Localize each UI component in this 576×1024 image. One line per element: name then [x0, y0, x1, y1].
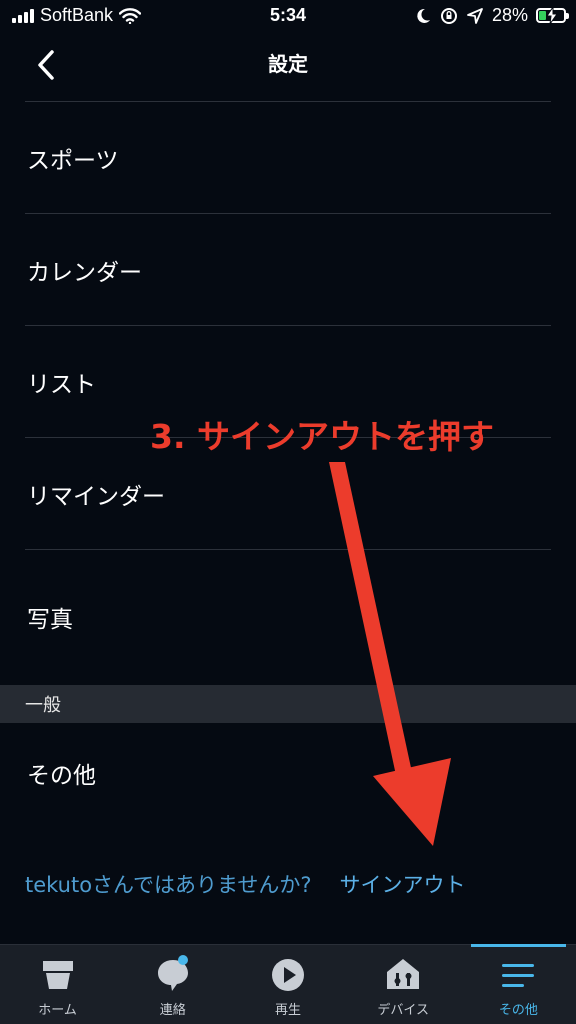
- battery-charging-icon: [536, 7, 569, 24]
- settings-screen: SoftBank 5:34 28% 設定 スポーツ カレンダー リスト リマイン…: [0, 0, 576, 1024]
- list-item-other[interactable]: その他: [25, 723, 551, 823]
- status-right: 28%: [414, 5, 569, 26]
- signout-row: tekutoさんではありませんか? サインアウト: [25, 862, 551, 906]
- nav-header: 設定: [0, 34, 576, 102]
- tab-play[interactable]: 再生: [230, 945, 345, 1024]
- settings-list: スポーツ カレンダー リスト リマインダー 写真: [0, 101, 576, 683]
- home-icon: [42, 961, 73, 989]
- section-header-general: 一般: [0, 685, 576, 723]
- devices-icon: [387, 959, 420, 989]
- status-bar: SoftBank 5:34 28%: [0, 0, 576, 34]
- list-item-label: リマインダー: [27, 483, 165, 510]
- tab-home[interactable]: ホーム: [0, 945, 115, 1024]
- moon-icon: [417, 8, 430, 23]
- battery-level: [539, 11, 546, 20]
- tab-bar: ホーム 連絡 再生 デバイス その他: [0, 944, 576, 1024]
- tab-label: 連絡: [159, 1003, 186, 1018]
- location-icon: [467, 7, 483, 24]
- play-icon: [272, 959, 304, 991]
- list-item-photos[interactable]: 写真: [25, 549, 551, 683]
- list-item-label: 写真: [27, 606, 73, 633]
- bolt-icon: [546, 7, 558, 24]
- list-item-label: カレンダー: [27, 259, 142, 286]
- list-item-sports[interactable]: スポーツ: [25, 101, 551, 213]
- menu-icon: [502, 964, 535, 987]
- tab-label: デバイス: [377, 1003, 430, 1018]
- tab-more[interactable]: その他: [461, 944, 576, 1024]
- tab-communicate[interactable]: 連絡: [115, 945, 230, 1024]
- tab-label: 再生: [275, 1003, 302, 1018]
- tab-label: その他: [498, 1003, 538, 1018]
- tab-label: ホーム: [38, 1003, 77, 1018]
- annotation-label: 3. サインアウトを押す: [150, 417, 494, 456]
- battery-percent: 28%: [491, 5, 528, 25]
- tab-devices[interactable]: デバイス: [346, 945, 461, 1024]
- rotation-lock-icon: [440, 7, 457, 24]
- page-title: 設定: [268, 52, 308, 76]
- list-item-label: リスト: [27, 371, 96, 398]
- list-item-label: スポーツ: [27, 147, 119, 174]
- signout-link[interactable]: サインアウト: [340, 869, 466, 899]
- list-item-label: その他: [27, 763, 96, 789]
- list-item-calendar[interactable]: カレンダー: [25, 213, 551, 325]
- signout-prompt: tekutoさんではありませんか?: [25, 873, 312, 897]
